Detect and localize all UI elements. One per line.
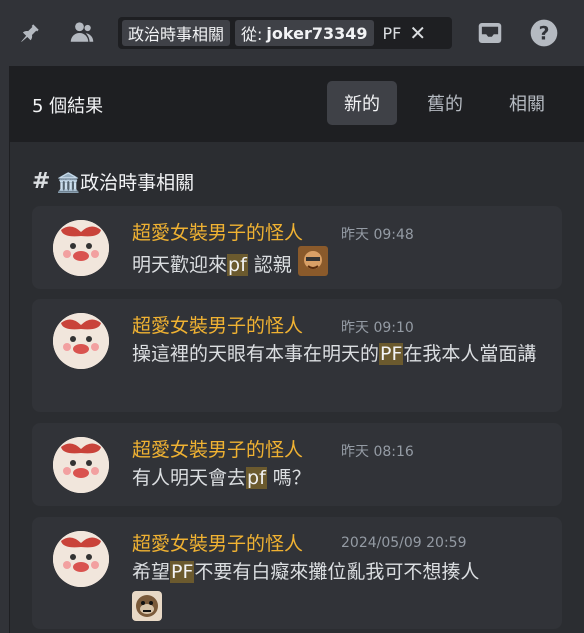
- from-filter-key: 從:: [241, 25, 263, 44]
- message-text-after: 不要有白癡來攤位亂我可不想揍人: [194, 561, 480, 583]
- from-filter-value: joker73349: [266, 23, 368, 43]
- tab-newest[interactable]: 新的: [327, 81, 397, 125]
- message-timestamp: 昨天 09:10: [341, 320, 414, 336]
- avatar[interactable]: [53, 313, 109, 369]
- tab-oldest[interactable]: 舊的: [410, 81, 480, 125]
- message-content: 操這裡的天眼有本事在明天的PF在我本人當面講: [132, 339, 542, 369]
- message-author[interactable]: 超愛女裝男子的怪人: [132, 218, 303, 245]
- svg-text:?: ?: [539, 24, 550, 45]
- message-author[interactable]: 超愛女裝男子的怪人: [132, 435, 303, 462]
- message-text-before: 操這裡的天眼有本事在明天的: [132, 343, 380, 365]
- message-author[interactable]: 超愛女裝男子的怪人: [132, 311, 303, 338]
- results-header: 5 個結果 新的 舊的 相關: [10, 66, 584, 142]
- top-bar: 政治時事相關 從: joker73349 PF ✕ ?: [0, 0, 584, 66]
- search-results-panel: 5 個結果 新的 舊的 相關 # 🏛️政治時事相關 超愛女裝男子的怪人 昨天 0…: [9, 66, 584, 633]
- inbox-icon[interactable]: [474, 17, 506, 49]
- message-content: 有人明天會去pf 嗎？: [132, 463, 542, 493]
- tab-relevant[interactable]: 相關: [492, 81, 562, 125]
- search-bar[interactable]: 政治時事相關 從: joker73349 PF ✕: [118, 17, 452, 49]
- from-filter-chip[interactable]: 從: joker73349: [235, 20, 374, 46]
- search-result-message[interactable]: 超愛女裝男子的怪人 昨天 09:10 操這裡的天眼有本事在明天的PF在我本人當面…: [32, 299, 562, 412]
- custom-emoji: [132, 591, 162, 625]
- avatar[interactable]: [53, 220, 109, 276]
- search-highlight: PF: [170, 561, 195, 583]
- members-icon[interactable]: [66, 17, 98, 49]
- search-result-message[interactable]: 超愛女裝男子的怪人 昨天 08:16 有人明天會去pf 嗎？: [32, 423, 562, 506]
- channel-title[interactable]: # 🏛️政治時事相關: [32, 168, 194, 195]
- search-result-message[interactable]: 超愛女裝男子的怪人 2024/05/09 20:59 希望PF不要有白癡來攤位亂…: [32, 517, 562, 629]
- message-text-after: 嗎？: [266, 467, 311, 489]
- custom-emoji: [297, 246, 328, 285]
- message-content: 明天歡迎來pf 認親: [132, 246, 542, 285]
- search-highlight: pf: [246, 467, 267, 489]
- message-text-before: 明天歡迎來: [132, 254, 228, 276]
- message-text-after: 認親: [247, 254, 292, 276]
- message-timestamp: 2024/05/09 20:59: [341, 535, 467, 551]
- search-result-message[interactable]: 超愛女裝男子的怪人 昨天 09:48 明天歡迎來pf 認親: [32, 206, 562, 289]
- channel-hash-icon: #: [32, 169, 51, 194]
- message-author[interactable]: 超愛女裝男子的怪人: [132, 529, 303, 556]
- channel-filter-chip[interactable]: 政治時事相關: [122, 20, 231, 46]
- message-timestamp: 昨天 09:48: [341, 227, 414, 243]
- help-icon[interactable]: ?: [528, 17, 560, 49]
- message-timestamp: 昨天 08:16: [341, 444, 414, 460]
- avatar[interactable]: [53, 531, 109, 587]
- search-query-text[interactable]: PF: [383, 24, 402, 43]
- close-icon[interactable]: ✕: [409, 23, 426, 43]
- channel-filter-value: 政治時事相關: [128, 25, 225, 44]
- message-text-after: 在我本人當面講: [403, 343, 537, 365]
- search-highlight: PF: [379, 343, 404, 365]
- message-text-before: 希望: [132, 561, 171, 583]
- search-highlight: pf: [227, 254, 248, 276]
- channel-name: 🏛️政治時事相關: [56, 172, 195, 194]
- message-content: 希望PF不要有白癡來攤位亂我可不想揍人: [132, 557, 542, 587]
- pin-icon[interactable]: [14, 17, 46, 49]
- results-count: 5 個結果: [32, 96, 104, 117]
- avatar[interactable]: [53, 437, 109, 493]
- message-text-before: 有人明天會去: [132, 467, 247, 489]
